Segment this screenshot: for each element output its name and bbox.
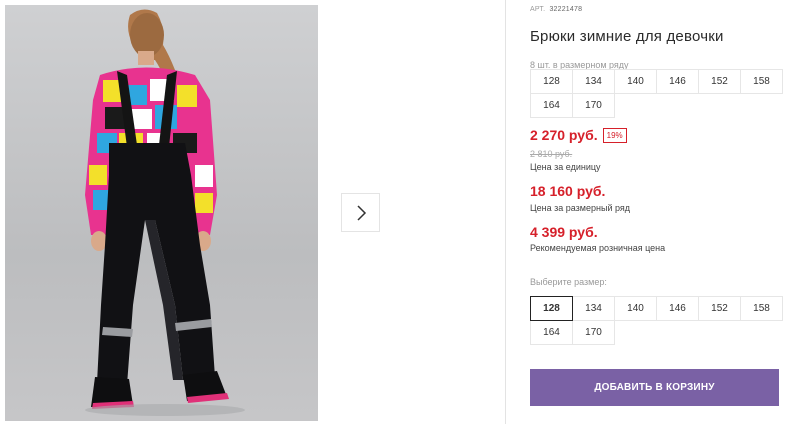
product-photo-illustration (85, 9, 245, 416)
size-option-164[interactable]: 164 (530, 320, 573, 345)
pack-size-cell: 146 (656, 69, 699, 94)
pack-price: 18 160 руб. (530, 183, 606, 199)
size-option-128[interactable]: 128 (530, 296, 573, 321)
size-option-152[interactable]: 152 (698, 296, 741, 321)
size-option-140[interactable]: 140 (614, 296, 657, 321)
pack-size-cell: 170 (572, 93, 615, 118)
size-option-170[interactable]: 170 (572, 320, 615, 345)
sku-value: 32221478 (549, 6, 583, 13)
product-gallery (0, 0, 505, 424)
unit-price-label: Цена за единицу (530, 162, 601, 172)
pack-price-label: Цена за размерный ряд (530, 203, 631, 213)
pack-size-cell: 164 (530, 93, 573, 118)
pack-size-cell: 140 (614, 69, 657, 94)
discount-badge: 19% (602, 127, 627, 143)
panel-divider (505, 0, 506, 424)
old-price: 2 810 руб. (530, 149, 573, 159)
sku-label: АРТ. (530, 6, 546, 13)
product-title: Брюки зимние для девочки (530, 28, 724, 45)
chevron-right-icon (356, 204, 366, 221)
pack-size-cell: 158 (740, 69, 783, 94)
size-option-146[interactable]: 146 (656, 296, 699, 321)
unit-price: 2 270 руб. (530, 127, 598, 143)
size-option-158[interactable]: 158 (740, 296, 783, 321)
retail-price-label: Рекомендуемая розничная цена (530, 243, 666, 253)
price-row: 2 270 руб. 19% (530, 127, 627, 143)
pack-size-cell: 152 (698, 69, 741, 94)
pack-size-cell: 134 (572, 69, 615, 94)
product-photo[interactable] (5, 5, 318, 421)
retail-price: 4 399 руб. (530, 224, 598, 240)
add-to-cart-button[interactable]: ДОБАВИТЬ В КОРЗИНУ (530, 369, 779, 406)
gallery-next-button[interactable] (341, 193, 380, 232)
size-select-label: Выберите размер: (530, 277, 607, 287)
pack-size-cell: 128 (530, 69, 573, 94)
sku: АРТ. 32221478 (530, 6, 582, 13)
size-option-134[interactable]: 134 (572, 296, 615, 321)
